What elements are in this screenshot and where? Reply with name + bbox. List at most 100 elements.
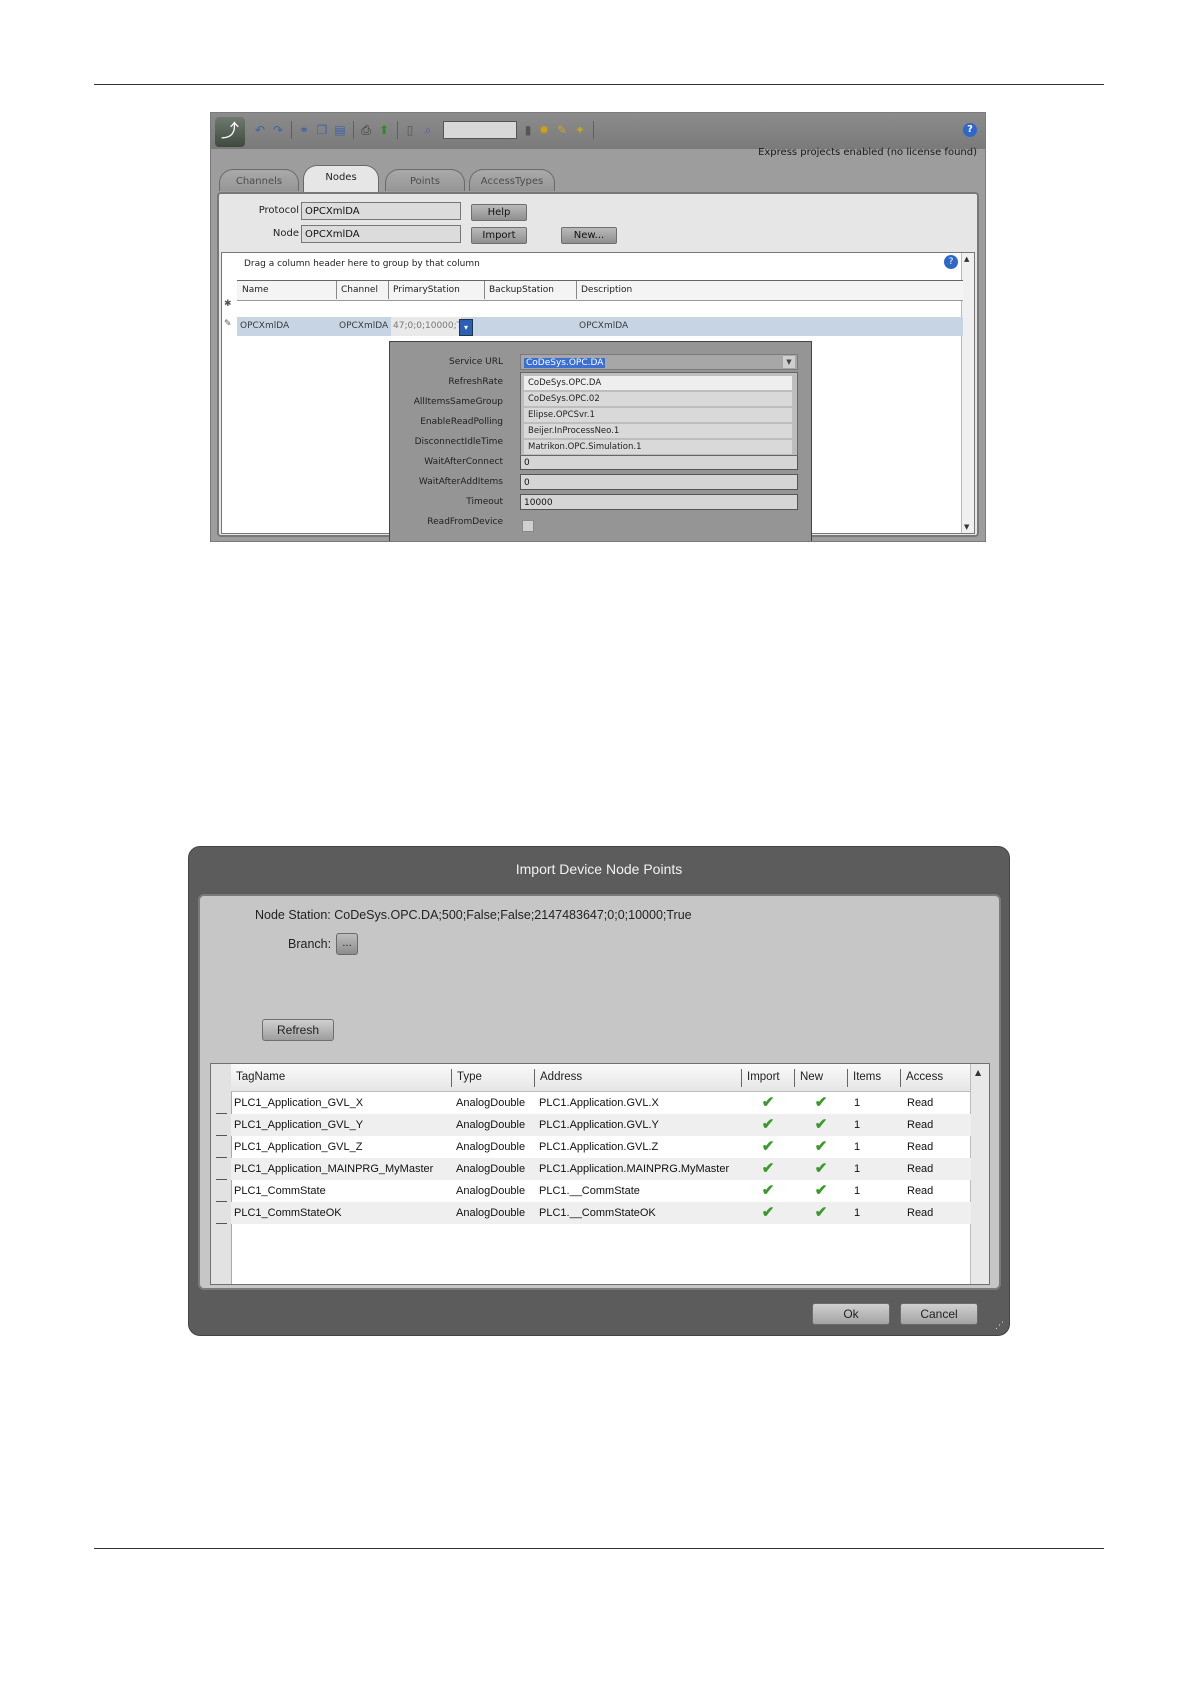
scroll-up-icon[interactable]: ▲ <box>975 1068 981 1077</box>
redo-icon[interactable]: ↷ <box>271 123 285 137</box>
cell-type[interactable]: AnalogDouble <box>453 1136 525 1158</box>
ok-button[interactable]: Ok <box>812 1303 890 1325</box>
cell-type[interactable]: AnalogDouble <box>453 1114 525 1136</box>
import-check-icon[interactable]: ✔ <box>742 1202 794 1224</box>
cell-items[interactable]: 1 <box>851 1158 860 1180</box>
wait-after-add-items-field[interactable]: 0 <box>520 474 798 490</box>
tab-channels[interactable]: Channels <box>219 169 299 191</box>
undo-icon[interactable]: ↶ <box>253 123 267 137</box>
service-url-option[interactable]: Matrikon.OPC.Simulation.1 <box>524 440 792 454</box>
search-icon[interactable]: ⌕ <box>421 123 435 137</box>
cell-access[interactable]: Read <box>904 1158 933 1180</box>
service-url-option[interactable]: CoDeSys.OPC.02 <box>524 392 792 406</box>
print-icon[interactable]: ⎙ <box>359 123 373 137</box>
service-url-option[interactable]: Beijer.InProcessNeo.1 <box>524 424 792 438</box>
table-row[interactable]: PLC1_CommState AnalogDouble PLC1.__CommS… <box>231 1180 971 1202</box>
cell-primary-station[interactable]: 47;0;0;10000;True <box>391 317 461 336</box>
cell-items[interactable]: 1 <box>851 1136 860 1158</box>
cell-address[interactable]: PLC1.__CommState <box>536 1180 640 1202</box>
cell-items[interactable]: 1 <box>851 1092 860 1114</box>
cell-type[interactable]: AnalogDouble <box>453 1202 525 1224</box>
wait-after-connect-field[interactable]: 0 <box>520 454 798 470</box>
table-row[interactable]: PLC1_Application_GVL_Z AnalogDouble PLC1… <box>231 1136 971 1158</box>
col-header-backup-station[interactable]: BackupStation <box>484 281 576 299</box>
copy-icon[interactable]: ❐ <box>315 123 329 137</box>
toolbar-search-input[interactable] <box>443 121 517 139</box>
primary-station-dropdown-icon[interactable]: ▾ <box>459 319 473 336</box>
timeout-field[interactable]: 10000 <box>520 494 798 510</box>
scroll-icon[interactable]: ▮ <box>521 123 535 137</box>
col-header-channel[interactable]: Channel <box>336 281 388 299</box>
service-url-option[interactable]: Elipse.OPCSvr.1 <box>524 408 792 422</box>
bulb-icon[interactable]: ✹ <box>537 123 551 137</box>
cell-tagname[interactable]: PLC1_CommState <box>231 1180 326 1202</box>
cell-tagname[interactable]: PLC1_Application_GVL_X <box>231 1092 363 1114</box>
cell-access[interactable]: Read <box>904 1114 933 1136</box>
cell-address[interactable]: PLC1.Application.GVL.Y <box>536 1114 659 1136</box>
scroll-down-icon[interactable]: ▼ <box>964 523 969 531</box>
read-from-device-checkbox[interactable] <box>522 520 534 532</box>
col-header-tagname[interactable]: TagName <box>231 1064 451 1091</box>
col-header-primary-station[interactable]: PrimaryStation <box>388 281 484 299</box>
scroll-up-icon[interactable]: ▲ <box>964 255 969 263</box>
table-row[interactable]: PLC1_Application_GVL_Y AnalogDouble PLC1… <box>231 1114 971 1136</box>
refresh-button[interactable]: Refresh <box>262 1019 334 1041</box>
help-icon[interactable]: ? <box>963 123 977 137</box>
service-url-combobox[interactable]: CoDeSys.OPC.DA ▼ <box>520 354 798 370</box>
link-icon[interactable]: ⚭ <box>297 123 311 137</box>
cell-tagname[interactable]: PLC1_CommStateOK <box>231 1202 342 1224</box>
cell-address[interactable]: PLC1.__CommStateOK <box>536 1202 656 1224</box>
resize-grip-icon[interactable]: ⋰ <box>995 1321 1005 1331</box>
tab-nodes[interactable]: Nodes <box>303 165 379 192</box>
cell-type[interactable]: AnalogDouble <box>453 1092 525 1114</box>
cell-address[interactable]: PLC1.Application.GVL.X <box>536 1092 659 1114</box>
import-check-icon[interactable]: ✔ <box>742 1092 794 1114</box>
cell-channel[interactable]: OPCXmlDA <box>339 317 388 336</box>
table-row[interactable]: PLC1_Application_GVL_X AnalogDouble PLC1… <box>231 1092 971 1114</box>
col-header-items[interactable]: Items <box>848 1064 900 1091</box>
cell-access[interactable]: Read <box>904 1180 933 1202</box>
cell-type[interactable]: AnalogDouble <box>453 1158 525 1180</box>
cell-tagname[interactable]: PLC1_Application_GVL_Z <box>231 1136 362 1158</box>
import-check-icon[interactable]: ✔ <box>742 1114 794 1136</box>
cell-access[interactable]: Read <box>904 1092 933 1114</box>
table-scrollbar[interactable]: ▲ <box>970 1064 989 1284</box>
cell-description[interactable]: OPCXmlDA <box>579 317 628 336</box>
chevron-down-icon[interactable]: ▼ <box>783 356 795 368</box>
pencil-icon[interactable]: ✎ <box>555 123 569 137</box>
service-url-option[interactable]: CoDeSys.OPC.DA <box>524 376 792 390</box>
tab-points[interactable]: Points <box>385 169 465 191</box>
import-check-icon[interactable]: ✔ <box>742 1180 794 1202</box>
col-header-name[interactable]: Name <box>238 281 336 299</box>
upload-icon[interactable]: ⬆ <box>377 123 391 137</box>
tab-access-types[interactable]: AccessTypes <box>469 169 555 191</box>
protocol-field[interactable]: OPCXmlDA <box>301 202 461 220</box>
node-field[interactable]: OPCXmlDA <box>301 225 461 243</box>
cell-access[interactable]: Read <box>904 1136 933 1158</box>
col-header-address[interactable]: Address <box>535 1064 741 1091</box>
help-button[interactable]: Help <box>471 204 527 221</box>
table-row[interactable]: PLC1_CommStateOK AnalogDouble PLC1.__Com… <box>231 1202 971 1224</box>
app-logo-icon[interactable]: ⤴ <box>215 117 245 147</box>
col-header-access[interactable]: Access <box>901 1064 971 1091</box>
import-button[interactable]: Import <box>471 227 527 244</box>
col-header-description[interactable]: Description <box>576 281 962 299</box>
cell-tagname[interactable]: PLC1_Application_MAINPRG_MyMaster <box>231 1158 433 1180</box>
cell-items[interactable]: 1 <box>851 1180 860 1202</box>
cell-access[interactable]: Read <box>904 1202 933 1224</box>
paste-icon[interactable]: ▤ <box>333 123 347 137</box>
new-button[interactable]: New... <box>561 227 617 244</box>
import-check-icon[interactable]: ✔ <box>742 1158 794 1180</box>
col-header-new[interactable]: New <box>795 1064 847 1091</box>
col-header-import[interactable]: Import <box>742 1064 794 1091</box>
document-icon[interactable]: ▯ <box>403 123 417 137</box>
cell-name[interactable]: OPCXmlDA <box>240 317 289 336</box>
cell-address[interactable]: PLC1.Application.MAINPRG.MyMaster <box>536 1158 729 1180</box>
cell-type[interactable]: AnalogDouble <box>453 1180 525 1202</box>
cell-address[interactable]: PLC1.Application.GVL.Z <box>536 1136 658 1158</box>
cancel-button[interactable]: Cancel <box>900 1303 978 1325</box>
cell-tagname[interactable]: PLC1_Application_GVL_Y <box>231 1114 363 1136</box>
cell-items[interactable]: 1 <box>851 1202 860 1224</box>
grid-help-icon[interactable]: ? <box>944 255 958 269</box>
wand-icon[interactable]: ✦ <box>573 123 587 137</box>
